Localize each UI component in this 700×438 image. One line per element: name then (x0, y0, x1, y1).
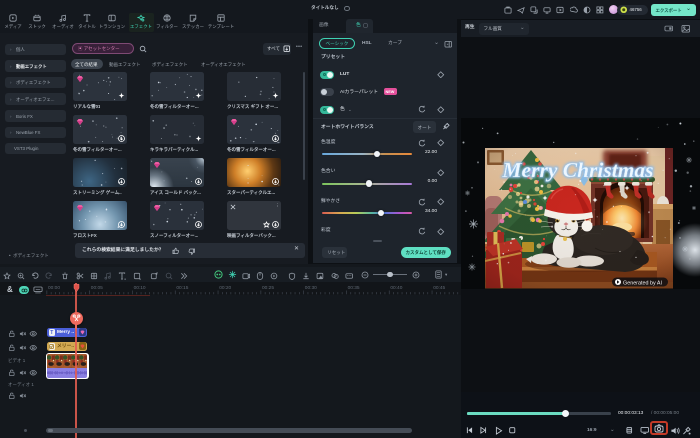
svg-text:00:25: 00:25 (262, 285, 274, 291)
svg-text:00:30: 00:30 (305, 285, 317, 291)
svg-text:00:45: 00:45 (433, 285, 445, 291)
svg-text:00:15: 00:15 (176, 285, 188, 291)
svg-text:Generated by AI: Generated by AI (623, 281, 662, 287)
svg-text:00:10: 00:10 (134, 285, 146, 291)
svg-text:00:35: 00:35 (348, 285, 360, 291)
svg-text:00:40: 00:40 (390, 285, 402, 291)
svg-text:Merry Christmas: Merry Christmas (501, 158, 653, 182)
svg-text:00:20: 00:20 (219, 285, 231, 291)
svg-text:00:05: 00:05 (91, 285, 103, 291)
svg-text:00:00: 00:00 (48, 285, 60, 291)
